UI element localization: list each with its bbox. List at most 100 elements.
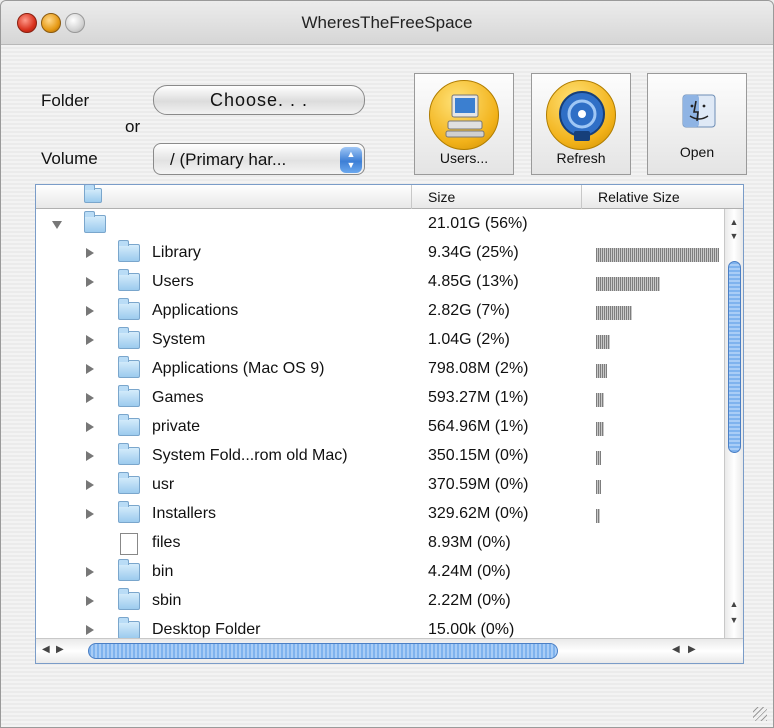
volume-popup-value: / (Primary har... xyxy=(170,150,287,169)
or-label: or xyxy=(125,117,141,136)
folder-icon xyxy=(118,414,140,436)
table-row[interactable]: System 1.04G (2%) xyxy=(36,327,724,356)
row-size: 329.62M (0%) xyxy=(428,505,529,522)
scroll-left-arrow-icon[interactable]: ◀ xyxy=(672,644,680,655)
folder-icon xyxy=(118,472,140,494)
file-outline-view[interactable]: Size Relative Size 21.01G (56%) Library 9.… xyxy=(35,184,744,664)
volume-label: Volume xyxy=(41,149,98,168)
table-row[interactable]: Applications (Mac OS 9) 798.08M (2%) xyxy=(36,356,724,385)
disclosure-triangle-icon[interactable] xyxy=(86,480,94,490)
row-size: 593.27M (1%) xyxy=(428,389,529,406)
header-separator xyxy=(411,185,412,209)
relative-size-bar xyxy=(596,393,604,407)
table-row[interactable]: bin 4.24M (0%) xyxy=(36,559,724,588)
folder-icon xyxy=(118,356,140,378)
row-size: 21.01G (56%) xyxy=(428,215,528,232)
scroll-down-arrow-icon[interactable]: ▼ xyxy=(725,615,743,629)
disclosure-triangle-icon[interactable] xyxy=(86,567,94,577)
scroll-up-arrow-icon[interactable]: ▲ xyxy=(725,599,743,613)
table-row[interactable]: Installers 329.62M (0%) xyxy=(36,501,724,530)
row-name: files xyxy=(152,534,181,551)
folder-icon xyxy=(118,501,140,523)
computer-icon xyxy=(429,80,499,150)
disclosure-triangle-expanded-icon[interactable] xyxy=(52,221,62,229)
open-button[interactable]: Open xyxy=(647,73,747,175)
relative-size-bar xyxy=(596,364,607,378)
disclosure-triangle-icon[interactable] xyxy=(86,451,94,461)
folder-icon xyxy=(118,588,140,610)
row-size: 1.04G (2%) xyxy=(428,331,510,348)
table-row[interactable]: sbin 2.22M (0%) xyxy=(36,588,724,617)
users-button-label: Users... xyxy=(439,150,489,166)
table-row[interactable]: Users 4.85G (13%) xyxy=(36,269,724,298)
horizontal-scroll-thumb[interactable] xyxy=(88,643,558,659)
folder-icon xyxy=(118,327,140,349)
table-row[interactable]: usr 370.59M (0%) xyxy=(36,472,724,501)
disclosure-triangle-icon[interactable] xyxy=(86,335,94,345)
relative-size-bar xyxy=(596,277,660,291)
row-size: 4.24M (0%) xyxy=(428,563,511,580)
scroll-left-arrow-icon[interactable]: ◀ xyxy=(42,644,50,655)
relative-size-bar xyxy=(596,422,604,436)
horizontal-scrollbar[interactable]: ◀ ▶ ◀ ▶ xyxy=(36,638,743,663)
scroll-down-arrow-icon[interactable]: ▼ xyxy=(725,231,743,245)
disclosure-triangle-icon[interactable] xyxy=(86,509,94,519)
table-rows: 21.01G (56%) Library 9.34G (25%) Users 4.85G… xyxy=(36,211,724,646)
relative-size-bar xyxy=(596,335,610,349)
folder-label: Folder xyxy=(41,91,90,110)
scroll-right-arrow-icon[interactable]: ▶ xyxy=(56,644,64,655)
finder-icon xyxy=(682,94,716,128)
vertical-scrollbar[interactable]: ▲ ▼ ▲ ▼ xyxy=(724,209,743,639)
disclosure-triangle-icon[interactable] xyxy=(86,306,94,316)
scroll-right-arrow-icon[interactable]: ▶ xyxy=(688,644,696,655)
row-size: 370.59M (0%) xyxy=(428,476,529,493)
row-name: Games xyxy=(152,389,204,406)
header-separator xyxy=(581,185,582,209)
column-header-size[interactable]: Size xyxy=(428,189,455,205)
row-size: 564.96M (1%) xyxy=(428,418,529,435)
vertical-scroll-thumb[interactable] xyxy=(728,261,741,453)
row-name: Library xyxy=(152,244,201,261)
scroll-up-arrow-icon[interactable]: ▲ xyxy=(725,217,743,231)
disclosure-triangle-icon[interactable] xyxy=(86,364,94,374)
column-header-relative-size[interactable]: Relative Size xyxy=(598,189,680,205)
refresh-button[interactable]: Refresh xyxy=(531,73,631,175)
table-row[interactable]: files 8.93M (0%) xyxy=(36,530,724,559)
row-name: Installers xyxy=(152,505,217,522)
disclosure-triangle-icon[interactable] xyxy=(86,596,94,606)
folder-icon xyxy=(118,385,140,407)
users-button[interactable]: Users... xyxy=(414,73,514,175)
row-name: usr xyxy=(152,476,175,493)
volume-popup[interactable]: / (Primary har... ▲ ▼ xyxy=(153,143,365,175)
row-size: 15.00k (0%) xyxy=(428,621,515,638)
table-row[interactable]: 21.01G (56%) xyxy=(36,211,724,240)
table-row[interactable]: private 564.96M (1%) xyxy=(36,414,724,443)
disclosure-triangle-icon[interactable] xyxy=(86,422,94,432)
folder-icon xyxy=(118,617,140,639)
row-size: 2.22M (0%) xyxy=(428,592,511,609)
folder-icon xyxy=(118,269,140,291)
folder-icon xyxy=(118,559,140,581)
table-header: Size Relative Size xyxy=(36,185,743,209)
relative-size-bar xyxy=(596,248,719,262)
table-row[interactable]: Applications 2.82G (7%) xyxy=(36,298,724,327)
open-button-label: Open xyxy=(679,144,715,160)
relative-size-bar xyxy=(596,509,600,523)
row-size: 350.15M (0%) xyxy=(428,447,529,464)
resize-grip-icon[interactable] xyxy=(753,707,767,721)
refresh-button-label: Refresh xyxy=(556,150,606,166)
disclosure-triangle-icon[interactable] xyxy=(86,393,94,403)
row-size: 9.34G (25%) xyxy=(428,244,519,261)
table-row[interactable]: Games 593.27M (1%) xyxy=(36,385,724,414)
table-row[interactable]: Library 9.34G (25%) xyxy=(36,240,724,269)
table-row[interactable]: System Fold...rom old Mac) 350.15M (0%) xyxy=(36,443,724,472)
header-folder-icon xyxy=(84,185,102,203)
folder-icon xyxy=(118,240,140,262)
disclosure-triangle-icon[interactable] xyxy=(86,248,94,258)
disclosure-triangle-icon[interactable] xyxy=(86,277,94,287)
row-name: System xyxy=(152,331,206,348)
popup-arrows-icon: ▲ ▼ xyxy=(340,147,362,173)
row-name: Applications (Mac OS 9) xyxy=(152,360,325,377)
choose-button[interactable]: Choose. . . xyxy=(153,85,365,115)
disclosure-triangle-icon[interactable] xyxy=(86,625,94,635)
